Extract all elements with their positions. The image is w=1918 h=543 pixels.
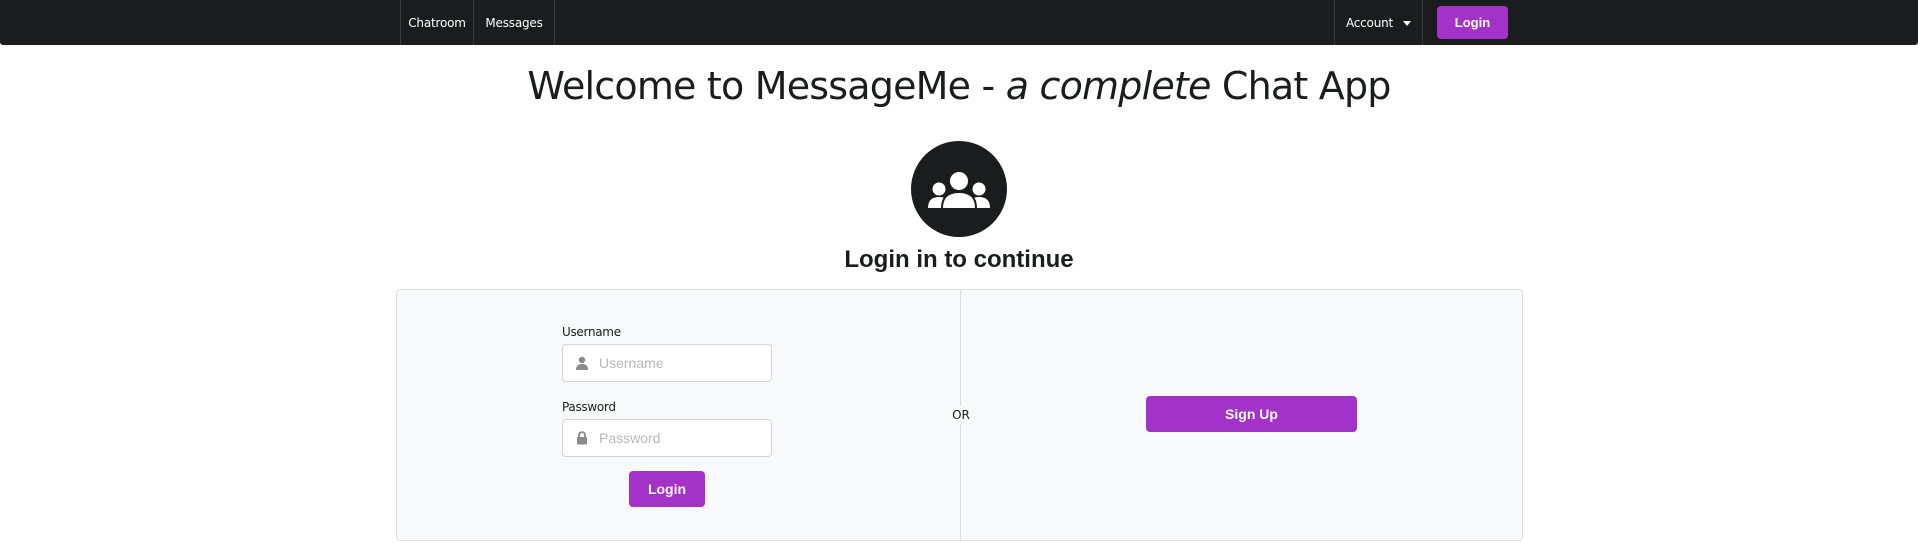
page-title: Welcome to MessageMe - a complete Chat A… xyxy=(0,58,1918,114)
nav-login-button[interactable]: Login xyxy=(1437,6,1508,39)
nav-item-label: Chatroom xyxy=(408,15,466,30)
title-emphasis: a complete xyxy=(1005,64,1212,108)
title-suffix: Chat App xyxy=(1210,64,1392,108)
username-label: Username xyxy=(562,325,621,339)
account-dropdown[interactable]: Account xyxy=(1335,0,1422,45)
nav-separator xyxy=(554,0,555,45)
account-label: Account xyxy=(1345,15,1394,30)
sign-up-button[interactable]: Sign Up xyxy=(1146,396,1357,432)
or-divider-label: OR xyxy=(945,406,977,424)
nav-item-chatroom[interactable]: Chatroom xyxy=(401,0,473,45)
nav-item-messages[interactable]: Messages xyxy=(474,0,554,45)
page-subtitle: Login in to continue xyxy=(844,246,1074,273)
password-label: Password xyxy=(562,400,616,414)
nav-item-label: Messages xyxy=(485,15,543,30)
username-field xyxy=(562,344,772,382)
sign-up-label: Sign Up xyxy=(1225,406,1278,422)
nav-separator xyxy=(1422,0,1423,45)
login-submit-label: Login xyxy=(647,481,687,497)
login-segment: Username Password Login OR Sign Up xyxy=(396,289,1523,541)
lock-icon xyxy=(577,431,587,445)
users-icon xyxy=(911,141,1007,237)
nav-login-label: Login xyxy=(1454,15,1491,30)
password-input[interactable] xyxy=(599,420,767,456)
user-icon xyxy=(576,356,588,370)
top-navbar: Chatroom Messages Account Login xyxy=(0,0,1918,45)
password-field xyxy=(562,419,772,457)
title-prefix: Welcome to MessageMe - xyxy=(527,64,1006,108)
username-input[interactable] xyxy=(599,345,767,381)
login-submit-button[interactable]: Login xyxy=(629,471,705,507)
caret-down-icon xyxy=(1403,20,1412,26)
